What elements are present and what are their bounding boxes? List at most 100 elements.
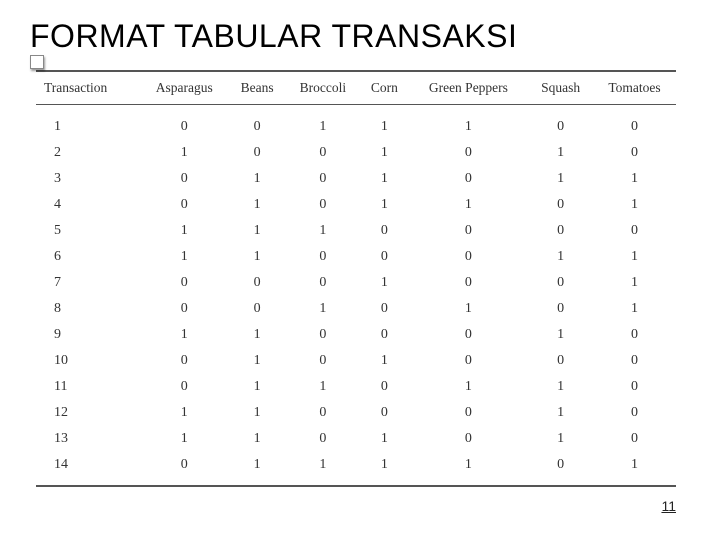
table-cell: 0 — [360, 322, 408, 348]
table-header-cell: Broccoli — [285, 71, 360, 105]
table-row: 131101010 — [36, 426, 676, 452]
table-cell: 0 — [360, 218, 408, 244]
table-cell: 0 — [528, 296, 593, 322]
table-cell: 0 — [528, 105, 593, 141]
table-cell: 0 — [360, 244, 408, 270]
table-cell: 1 — [528, 140, 593, 166]
table-cell: 0 — [408, 426, 528, 452]
table-cell: 1 — [229, 426, 285, 452]
table-cell: 0 — [360, 374, 408, 400]
table-row: 30101011 — [36, 166, 676, 192]
table-cell: 1 — [229, 348, 285, 374]
table-cell: 1 — [229, 322, 285, 348]
table-cell: 0 — [528, 270, 593, 296]
table-header-row: TransactionAsparagusBeansBroccoliCornGre… — [36, 71, 676, 105]
table-cell: 1 — [285, 105, 360, 141]
table-cell: 0 — [593, 105, 676, 141]
table-cell: 1 — [229, 400, 285, 426]
table-cell: 1 — [408, 374, 528, 400]
table-cell: 1 — [528, 374, 593, 400]
table-body: 1001110021001010301010114010110151110000… — [36, 105, 676, 487]
table-cell: 1 — [593, 296, 676, 322]
table-cell: 1 — [528, 244, 593, 270]
table-row: 80010101 — [36, 296, 676, 322]
table-cell: 9 — [36, 322, 140, 348]
table-cell: 0 — [408, 244, 528, 270]
table-header-cell: Asparagus — [140, 71, 229, 105]
table-cell: 1 — [528, 426, 593, 452]
table-cell: 1 — [229, 166, 285, 192]
table-cell: 1 — [408, 452, 528, 486]
transaction-table-wrap: TransactionAsparagusBeansBroccoliCornGre… — [0, 70, 720, 487]
table-cell: 11 — [36, 374, 140, 400]
table-row: 40101101 — [36, 192, 676, 218]
table-row: 91100010 — [36, 322, 676, 348]
table-header-cell: Beans — [229, 71, 285, 105]
table-cell: 0 — [408, 270, 528, 296]
table-cell: 0 — [408, 140, 528, 166]
table-cell: 1 — [360, 140, 408, 166]
table-cell: 1 — [140, 426, 229, 452]
table-cell: 1 — [140, 140, 229, 166]
table-cell: 1 — [360, 192, 408, 218]
table-cell: 0 — [285, 270, 360, 296]
table-cell: 1 — [360, 426, 408, 452]
table-cell: 4 — [36, 192, 140, 218]
table-cell: 1 — [140, 244, 229, 270]
table-cell: 1 — [528, 166, 593, 192]
table-header-cell: Squash — [528, 71, 593, 105]
table-row: 61100011 — [36, 244, 676, 270]
table-cell: 0 — [285, 348, 360, 374]
table-row: 140111101 — [36, 452, 676, 486]
table-header-cell: Corn — [360, 71, 408, 105]
table-cell: 0 — [229, 140, 285, 166]
table-cell: 0 — [285, 140, 360, 166]
table-cell: 1 — [360, 105, 408, 141]
table-cell: 0 — [528, 348, 593, 374]
table-cell: 0 — [360, 296, 408, 322]
table-cell: 6 — [36, 244, 140, 270]
table-cell: 0 — [229, 296, 285, 322]
table-cell: 0 — [408, 348, 528, 374]
table-cell: 1 — [36, 105, 140, 141]
table-row: 100101000 — [36, 348, 676, 374]
table-cell: 0 — [285, 166, 360, 192]
table-cell: 1 — [229, 452, 285, 486]
table-row: 51110000 — [36, 218, 676, 244]
table-cell: 1 — [408, 105, 528, 141]
table-cell: 0 — [593, 400, 676, 426]
table-cell: 3 — [36, 166, 140, 192]
table-cell: 1 — [229, 218, 285, 244]
table-header-cell: Transaction — [36, 71, 140, 105]
table-cell: 10 — [36, 348, 140, 374]
table-cell: 1 — [593, 244, 676, 270]
table-cell: 0 — [140, 166, 229, 192]
table-row: 110110110 — [36, 374, 676, 400]
table-cell: 1 — [229, 244, 285, 270]
table-cell: 0 — [140, 452, 229, 486]
table-cell: 7 — [36, 270, 140, 296]
table-cell: 0 — [285, 426, 360, 452]
table-cell: 0 — [140, 105, 229, 141]
table-row: 21001010 — [36, 140, 676, 166]
table-cell: 8 — [36, 296, 140, 322]
table-row: 121100010 — [36, 400, 676, 426]
table-cell: 0 — [593, 374, 676, 400]
table-cell: 0 — [140, 296, 229, 322]
table-cell: 0 — [593, 348, 676, 374]
bullet-icon — [30, 55, 44, 69]
table-cell: 0 — [593, 426, 676, 452]
page-number: 11 — [661, 498, 676, 514]
table-cell: 1 — [593, 270, 676, 296]
table-cell: 12 — [36, 400, 140, 426]
table-cell: 1 — [285, 296, 360, 322]
table-cell: 1 — [285, 374, 360, 400]
table-cell: 1 — [408, 296, 528, 322]
table-cell: 0 — [229, 270, 285, 296]
table-cell: 0 — [285, 244, 360, 270]
table-cell: 0 — [285, 322, 360, 348]
transaction-table: TransactionAsparagusBeansBroccoliCornGre… — [36, 70, 676, 487]
table-cell: 1 — [140, 218, 229, 244]
table-cell: 1 — [408, 192, 528, 218]
table-cell: 0 — [140, 270, 229, 296]
